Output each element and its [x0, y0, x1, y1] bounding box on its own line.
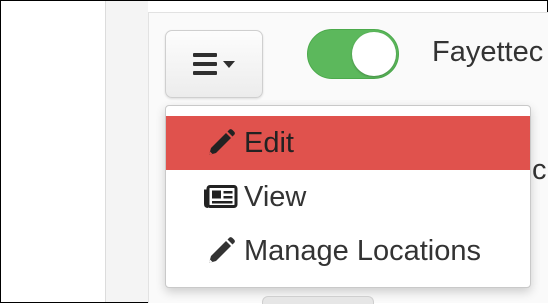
partial-text: c [532, 154, 547, 186]
actions-menu-button[interactable] [165, 30, 263, 98]
gutter [106, 1, 148, 302]
newspaper-icon [204, 182, 238, 212]
menu-item-view[interactable]: View [166, 170, 530, 224]
menu-item-label: View [244, 180, 307, 213]
location-title: Fayettec [432, 36, 544, 68]
active-toggle[interactable] [307, 29, 399, 79]
actions-dropdown-menu: Edit View Manage Locations [165, 105, 531, 288]
menu-item-manage-locations[interactable]: Manage Locations [166, 224, 530, 278]
menu-item-edit[interactable]: Edit [166, 116, 530, 170]
menu-item-label: Manage Locations [244, 234, 481, 267]
pencil-icon [204, 128, 238, 158]
caret-down-icon [223, 60, 235, 68]
pencil-icon [204, 236, 238, 266]
left-pane [1, 1, 106, 302]
hamburger-icon [193, 53, 217, 75]
menu-item-label: Edit [244, 126, 294, 159]
toggle-knob [352, 32, 396, 76]
